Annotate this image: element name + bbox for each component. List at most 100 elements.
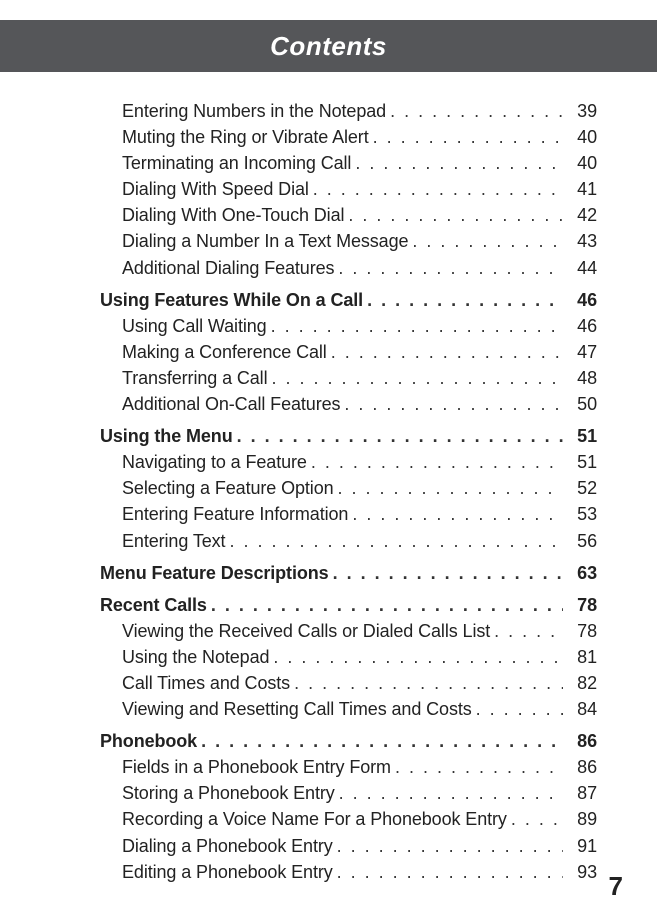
toc-section: Using Features While On a Call 46	[60, 287, 597, 313]
toc-label: Recording a Voice Name For a Phonebook E…	[122, 806, 511, 832]
toc-entry: Entering Feature Information 53	[60, 501, 597, 527]
toc-label: Viewing and Resetting Call Times and Cos…	[122, 696, 476, 722]
toc-label: Using Features While On a Call	[100, 287, 367, 313]
toc-page: 91	[563, 833, 597, 859]
page: Contents Entering Numbers in the Notepad…	[0, 20, 657, 922]
toc-page: 47	[563, 339, 597, 365]
toc-entry: Dialing a Number In a Text Message 43	[60, 228, 597, 254]
toc-label: Additional Dialing Features	[122, 255, 338, 281]
toc-page: 81	[563, 644, 597, 670]
leader-dots	[395, 754, 563, 780]
leader-dots	[201, 728, 563, 754]
toc-entry: Transferring a Call 48	[60, 365, 597, 391]
leader-dots	[271, 365, 563, 391]
toc-label: Dialing a Phonebook Entry	[122, 833, 337, 859]
leader-dots	[348, 202, 563, 228]
toc-label: Selecting a Feature Option	[122, 475, 338, 501]
toc-entry: Dialing With Speed Dial 41	[60, 176, 597, 202]
leader-dots	[311, 449, 563, 475]
leader-dots	[337, 859, 563, 885]
page-number: 7	[609, 871, 623, 902]
toc-label: Muting the Ring or Vibrate Alert	[122, 124, 373, 150]
toc-entry: Viewing and Resetting Call Times and Cos…	[60, 696, 597, 722]
toc-label: Editing a Phonebook Entry	[122, 859, 337, 885]
toc-section: Menu Feature Descriptions 63	[60, 560, 597, 586]
leader-dots	[338, 255, 563, 281]
toc-page: 46	[563, 287, 597, 313]
leader-dots	[313, 176, 563, 202]
toc-label: Making a Conference Call	[122, 339, 331, 365]
leader-dots	[494, 618, 563, 644]
toc-label: Fields in a Phonebook Entry Form	[122, 754, 395, 780]
toc-label: Call Times and Costs	[122, 670, 294, 696]
toc-page: 86	[563, 728, 597, 754]
leader-dots	[294, 670, 563, 696]
toc-label: Navigating to a Feature	[122, 449, 311, 475]
toc-page: 82	[563, 670, 597, 696]
toc-label: Using the Notepad	[122, 644, 273, 670]
toc-entry: Recording a Voice Name For a Phonebook E…	[60, 806, 597, 832]
toc-entry: Viewing the Received Calls or Dialed Cal…	[60, 618, 597, 644]
toc-entry: Using the Notepad 81	[60, 644, 597, 670]
leader-dots	[355, 150, 563, 176]
leader-dots	[338, 475, 563, 501]
toc-label: Recent Calls	[100, 592, 211, 618]
toc-label: Dialing a Number In a Text Message	[122, 228, 412, 254]
toc-label: Terminating an Incoming Call	[122, 150, 355, 176]
toc-page: 87	[563, 780, 597, 806]
toc-section: Phonebook 86	[60, 728, 597, 754]
toc-label: Phonebook	[100, 728, 201, 754]
toc-page: 56	[563, 528, 597, 554]
toc-entry: Navigating to a Feature 51	[60, 449, 597, 475]
leader-dots	[229, 528, 563, 554]
toc-page: 42	[563, 202, 597, 228]
toc-entry: Entering Numbers in the Notepad 39	[60, 98, 597, 124]
toc-entry: Entering Text 56	[60, 528, 597, 554]
header-bar: Contents	[0, 20, 657, 72]
toc-label: Viewing the Received Calls or Dialed Cal…	[122, 618, 494, 644]
toc-entry: Dialing With One-Touch Dial 42	[60, 202, 597, 228]
toc-page: 50	[563, 391, 597, 417]
leader-dots	[273, 644, 563, 670]
leader-dots	[331, 339, 563, 365]
toc-page: 93	[563, 859, 597, 885]
toc-label: Storing a Phonebook Entry	[122, 780, 339, 806]
toc-entry: Muting the Ring or Vibrate Alert 40	[60, 124, 597, 150]
toc-label: Entering Text	[122, 528, 229, 554]
leader-dots	[476, 696, 563, 722]
toc-label: Dialing With One-Touch Dial	[122, 202, 348, 228]
toc-page: 51	[563, 449, 597, 475]
toc-entry: Fields in a Phonebook Entry Form 86	[60, 754, 597, 780]
toc-page: 86	[563, 754, 597, 780]
toc-label: Dialing With Speed Dial	[122, 176, 313, 202]
leader-dots	[237, 423, 563, 449]
toc-page: 39	[563, 98, 597, 124]
toc-page: 40	[563, 150, 597, 176]
toc-entry: Using Call Waiting 46	[60, 313, 597, 339]
toc-page: 84	[563, 696, 597, 722]
toc-label: Using the Menu	[100, 423, 237, 449]
toc-entry: Dialing a Phonebook Entry 91	[60, 833, 597, 859]
toc-entry: Editing a Phonebook Entry 93	[60, 859, 597, 885]
page-title: Contents	[270, 31, 387, 62]
toc-entry: Making a Conference Call 47	[60, 339, 597, 365]
toc-label: Entering Feature Information	[122, 501, 352, 527]
toc-label: Entering Numbers in the Notepad	[122, 98, 390, 124]
toc-section: Recent Calls 78	[60, 592, 597, 618]
toc-page: 40	[563, 124, 597, 150]
toc-page: 48	[563, 365, 597, 391]
toc-entry: Selecting a Feature Option 52	[60, 475, 597, 501]
toc-page: 52	[563, 475, 597, 501]
toc-entry: Storing a Phonebook Entry 87	[60, 780, 597, 806]
toc-label: Additional On-Call Features	[122, 391, 344, 417]
leader-dots	[390, 98, 563, 124]
toc-page: 63	[563, 560, 597, 586]
toc-page: 51	[563, 423, 597, 449]
leader-dots	[333, 560, 563, 586]
leader-dots	[339, 780, 563, 806]
toc-page: 53	[563, 501, 597, 527]
toc-section: Using the Menu 51	[60, 423, 597, 449]
toc-page: 44	[563, 255, 597, 281]
toc-page: 46	[563, 313, 597, 339]
leader-dots	[511, 806, 563, 832]
